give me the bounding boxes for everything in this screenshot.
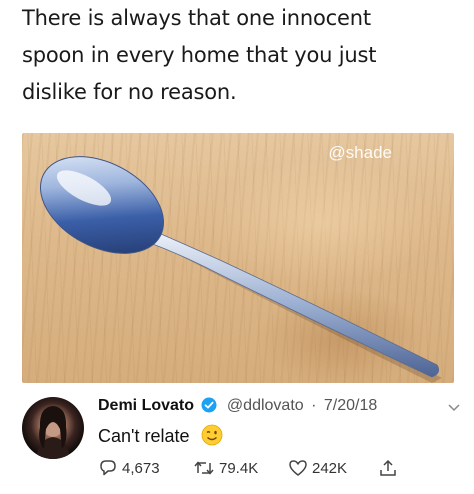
reply-icon <box>100 460 116 476</box>
tweet-text: Can't relate <box>98 426 190 446</box>
spoon-icon <box>39 156 442 383</box>
like-count: 242K <box>312 459 348 477</box>
caption-line-3: dislike for no reason. <box>22 80 237 104</box>
heart-icon <box>289 460 307 476</box>
user-handle[interactable]: @ddlovato <box>227 397 304 414</box>
share-action[interactable] <box>378 458 398 478</box>
tweet-date[interactable]: 7/20/18 <box>324 397 377 414</box>
avatar-portrait-icon <box>36 406 70 459</box>
watermark-text: @shade <box>328 143 392 162</box>
tweet-text-row: Can't relate <box>98 424 223 451</box>
share-icon <box>380 459 396 476</box>
chevron-down-icon[interactable] <box>448 399 460 417</box>
like-action[interactable]: 242K <box>288 458 347 478</box>
display-name[interactable]: Demi Lovato <box>98 397 194 414</box>
tweet-actions: 4,673 79.4K 242K <box>98 458 398 480</box>
retweet-count: 79.4K <box>219 459 259 477</box>
caption-line-2: spoon in every home that you just <box>22 43 377 67</box>
tweet-header: Demi Lovato @ddlovato · 7/20/18 <box>98 397 377 418</box>
spoon-photo: @shade <box>22 133 454 383</box>
verified-badge-icon <box>201 397 217 418</box>
avatar[interactable] <box>22 397 84 459</box>
retweet-action[interactable]: 79.4K <box>193 458 258 478</box>
caption-line-1: There is always that one innocent <box>22 6 371 30</box>
tweet-card: Demi Lovato @ddlovato · 7/20/18 Can't re… <box>22 395 462 490</box>
reply-action[interactable]: 4,673 <box>98 458 160 478</box>
meme-caption: There is always that one innocent spoon … <box>22 0 462 111</box>
reply-count: 4,673 <box>122 459 160 477</box>
date-separator: · <box>311 397 317 414</box>
winking-face-emoji-icon <box>201 424 223 451</box>
retweet-icon <box>194 461 214 475</box>
